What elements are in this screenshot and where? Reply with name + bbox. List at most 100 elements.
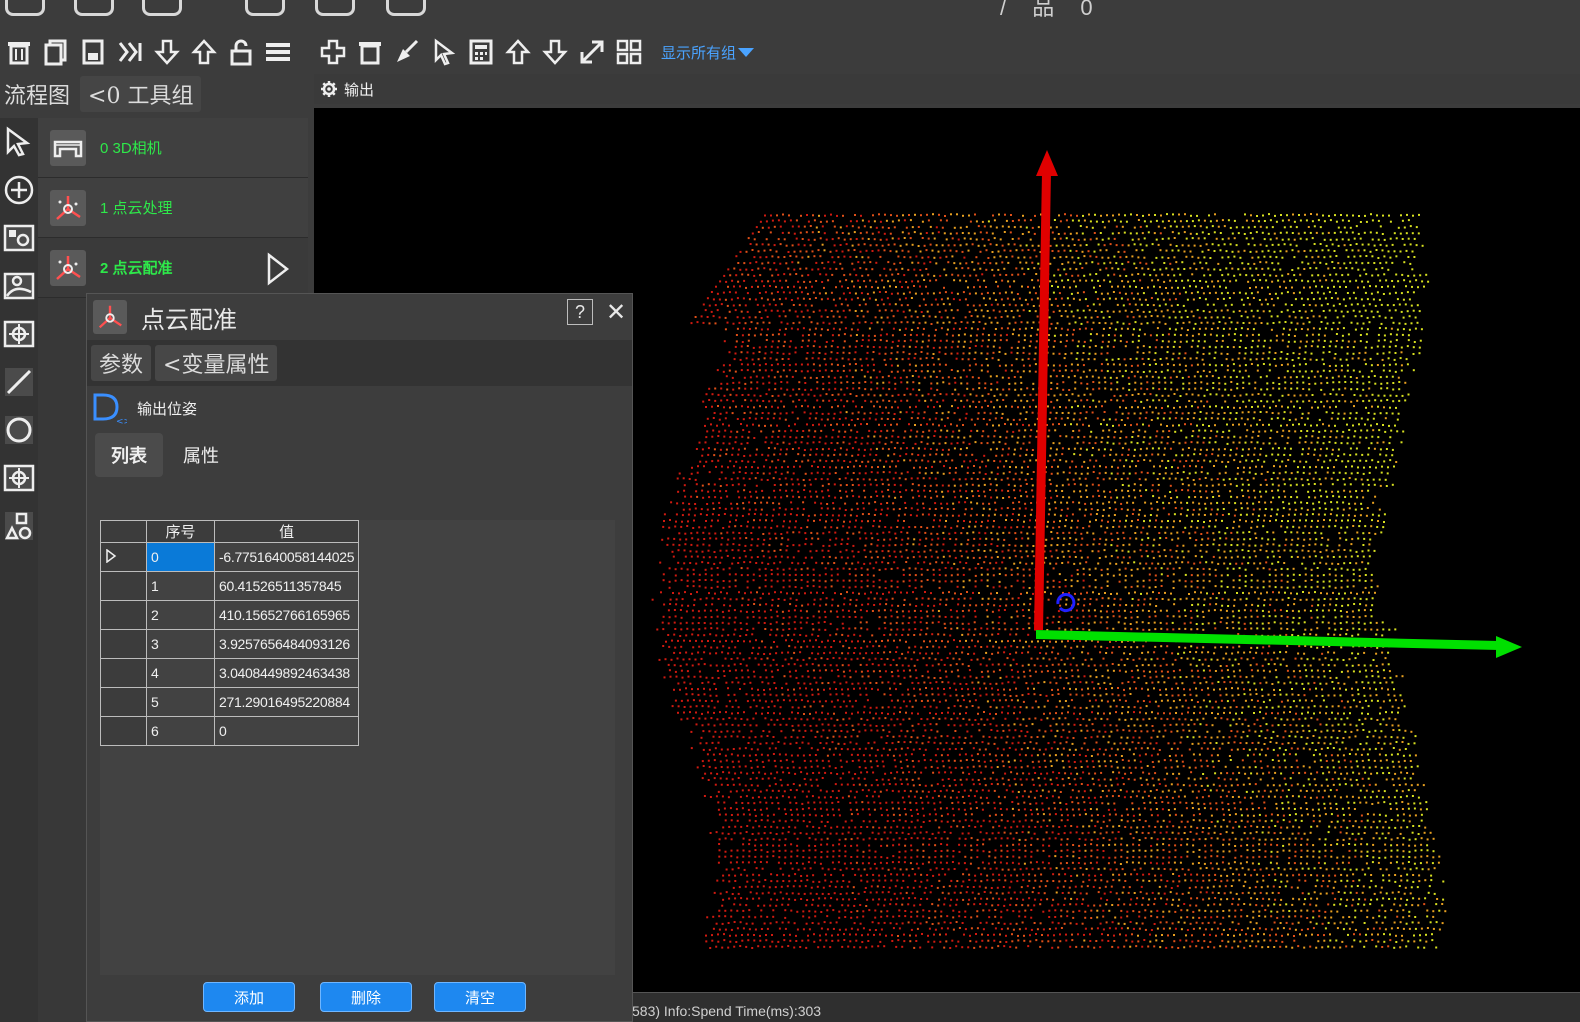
save-icon[interactable] — [74, 0, 114, 16]
view-mode-tabs: 列表 属性 — [95, 432, 235, 478]
tab-list[interactable]: 列表 — [95, 433, 163, 477]
table-row[interactable]: 3 3.9257656484093126 — [100, 629, 360, 659]
value-cell[interactable]: 3.0408449892463438 — [213, 658, 360, 688]
move-up-icon[interactable] — [185, 32, 222, 72]
delete-icon[interactable] — [0, 32, 37, 72]
dialog-titlebar[interactable]: 点云配准 ? ✕ — [87, 294, 632, 340]
delete-button[interactable]: 删除 — [320, 982, 412, 1012]
index-cell[interactable]: 2 — [146, 600, 215, 630]
status-bar: 583) Info:Spend Time(ms):303 — [632, 992, 1580, 1022]
add-circle-icon[interactable] — [0, 166, 38, 214]
flow-item-label: 2 点云配准 — [100, 260, 173, 277]
value-cell[interactable]: 0 — [213, 716, 360, 746]
tab-variable-properties[interactable]: <变量属性 — [155, 345, 278, 381]
pointcloud-tool-icon — [93, 300, 127, 334]
line-tool-icon[interactable] — [0, 358, 38, 406]
top-toolbar-partial: / 品 0 — [0, 0, 1580, 22]
value-table: 序号 值 0 -6.7751640058144025 1 60.41526511357… — [100, 520, 360, 746]
table-row[interactable]: 1 60.41526511357845 — [100, 571, 360, 601]
index-cell[interactable]: 0 — [146, 542, 215, 572]
add-button[interactable]: 添加 — [203, 982, 295, 1012]
index-cell[interactable]: 3 — [146, 629, 215, 659]
pointcloud-points — [651, 213, 1447, 949]
value-cell[interactable]: -6.7751640058144025 — [213, 542, 360, 572]
dialog-tabs: 参数 <变量属性 — [87, 340, 632, 386]
tab-parameters[interactable]: 参数 — [91, 345, 152, 381]
value-cell[interactable]: 3.9257656484093126 — [213, 629, 360, 659]
breadcrumb-flow[interactable]: 流程图 — [0, 76, 74, 112]
pointcloud-registration-dialog: 点云配准 ? ✕ 参数 <变量属性 <> 输出位姿 列表 属性 序号 值 — [86, 293, 633, 1022]
copy-icon[interactable] — [37, 32, 74, 72]
camera-3d-icon — [50, 129, 86, 166]
index-cell[interactable]: 1 — [146, 571, 215, 601]
column-header-value[interactable]: 值 — [213, 520, 360, 543]
value-cell[interactable]: 60.41526511357845 — [213, 571, 360, 601]
table-row[interactable]: 4 3.0408449892463438 — [100, 658, 360, 688]
loop-run-icon[interactable] — [386, 0, 426, 16]
top-button-1[interactable] — [5, 0, 45, 16]
play-icon[interactable] — [266, 252, 290, 286]
chevron-down-icon — [738, 47, 755, 57]
pointer-icon[interactable] — [425, 32, 462, 72]
table-row[interactable]: 2 410.15652766165965 — [100, 600, 360, 630]
column-header-index[interactable]: 序号 — [146, 520, 215, 543]
shapes-tool-icon[interactable] — [0, 502, 38, 550]
view-toolbar: 显示所有组 — [314, 30, 1580, 74]
table-row[interactable]: 5 271.29016495220884 — [100, 687, 360, 717]
calculator-icon[interactable] — [462, 32, 499, 72]
value-table-panel: 序号 值 0 -6.7751640058144025 1 60.41526511357… — [100, 520, 615, 975]
grid-icon[interactable] — [610, 32, 647, 72]
add-icon[interactable] — [314, 32, 351, 72]
output-panel-title: 输出 — [344, 81, 375, 99]
row-header[interactable] — [100, 542, 147, 572]
table-row[interactable]: 60 — [100, 716, 360, 746]
app-window: / 品 0 显示所有组 流程图 <0 工具组 输出 0 3D相机 1 点云处理 … — [0, 0, 1580, 1022]
row-header[interactable] — [100, 571, 147, 601]
broom-icon[interactable] — [388, 32, 425, 72]
top-button-3[interactable] — [142, 0, 182, 16]
clear-button[interactable]: 清空 — [434, 982, 526, 1012]
table-row[interactable]: 0 -6.7751640058144025 — [100, 542, 360, 572]
trash-icon[interactable] — [351, 32, 388, 72]
index-cell[interactable]: 4 — [146, 658, 215, 688]
show-all-groups-label: 显示所有组 — [661, 44, 737, 62]
flow-item-pointcloud-registration[interactable]: 2 点云配准 — [38, 238, 308, 298]
value-cell[interactable]: 410.15652766165965 — [213, 600, 360, 630]
flow-item-3d-camera[interactable]: 0 3D相机 — [38, 118, 308, 178]
expand-icon[interactable] — [573, 32, 610, 72]
value-cell[interactable]: 271.29016495220884 — [213, 687, 360, 717]
help-button[interactable]: ? — [567, 299, 593, 325]
index-cell[interactable]: 5 — [146, 687, 215, 717]
row-header[interactable] — [100, 600, 147, 630]
row-header[interactable] — [100, 687, 147, 717]
flow-toolbar — [0, 30, 310, 74]
row-header[interactable] — [100, 629, 147, 659]
tab-properties[interactable]: 属性 — [167, 433, 235, 477]
index-cell[interactable]: 6 — [146, 716, 215, 746]
menu-icon[interactable] — [259, 32, 296, 72]
close-button[interactable]: ✕ — [603, 298, 629, 326]
image-tool-icon[interactable] — [0, 214, 38, 262]
run-forward-icon[interactable] — [111, 32, 148, 72]
unlock-icon[interactable] — [222, 32, 259, 72]
locate-tool-icon[interactable] — [0, 310, 38, 358]
current-row-icon — [106, 548, 117, 563]
row-header-corner — [100, 520, 147, 543]
flow-item-pointcloud-process[interactable]: 1 点云处理 — [38, 178, 308, 238]
pause-icon[interactable] — [315, 0, 355, 16]
save-file-icon[interactable] — [74, 32, 111, 72]
arrow-up-icon[interactable] — [499, 32, 536, 72]
select-cursor-icon[interactable] — [0, 118, 38, 166]
move-down-icon[interactable] — [148, 32, 185, 72]
breadcrumb-group[interactable]: <0 工具组 — [80, 76, 202, 112]
image-process-icon[interactable] — [0, 262, 38, 310]
gear-icon[interactable] — [320, 80, 338, 98]
row-header[interactable] — [100, 658, 147, 688]
arrow-down-icon[interactable] — [536, 32, 573, 72]
show-all-groups-dropdown[interactable]: 显示所有组 — [661, 42, 755, 63]
run-once-icon[interactable] — [245, 0, 285, 16]
flow-item-label: 1 点云处理 — [100, 200, 173, 217]
circle-tool-icon[interactable] — [0, 406, 38, 454]
measure-tool-icon[interactable] — [0, 454, 38, 502]
row-header[interactable] — [100, 716, 147, 746]
